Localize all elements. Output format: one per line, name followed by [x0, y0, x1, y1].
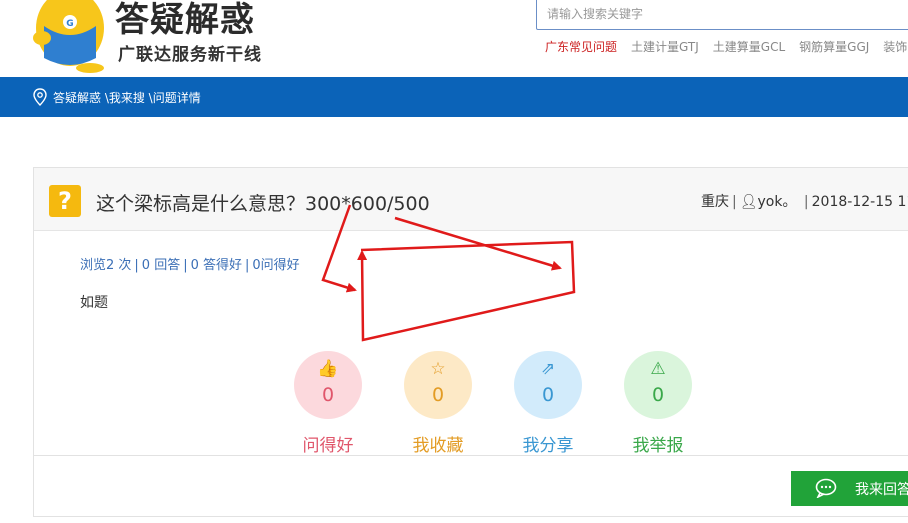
breadcrumb[interactable]: 答疑解惑 \我来搜 \问题详情: [53, 89, 201, 106]
report-label: 我举报: [632, 436, 684, 456]
page: G 答疑解惑 广联达服务新干线 广东常见问题 土建计量GTJ 土建算量GCL 钢…: [0, 0, 908, 523]
user-icon: 👤︎: [739, 194, 758, 210]
chat-bubble-icon: [815, 478, 837, 498]
share-icon: ⇗: [540, 359, 556, 379]
answer-button[interactable]: 我来回答: [791, 471, 908, 506]
hot-link-decoration[interactable]: 装饰: [883, 38, 907, 55]
report-circle[interactable]: ⚠ 0: [624, 351, 692, 419]
hot-link-gtj[interactable]: 土建计量GTJ: [631, 38, 699, 55]
good-question-count: 0: [321, 384, 335, 406]
stat-good-questions: 0问得好: [252, 258, 300, 273]
site-header: G 答疑解惑 广联达服务新干线 广东常见问题 土建计量GTJ 土建算量GCL 钢…: [0, 0, 908, 77]
favorite-button[interactable]: ☆ 0 我收藏: [404, 351, 472, 456]
hot-link-gcl[interactable]: 土建算量GCL: [713, 38, 785, 55]
question-user[interactable]: yok。: [758, 194, 797, 210]
breadcrumb-bar: 答疑解惑 \我来搜 \问题详情: [0, 77, 908, 117]
answer-button-label: 我来回答: [855, 481, 908, 498]
card-divider: [34, 455, 908, 456]
mascot-logo-icon[interactable]: G: [30, 0, 115, 76]
question-title: 这个梁标高是什么意思？300*600/500: [96, 193, 430, 215]
search-box[interactable]: [536, 0, 908, 30]
warning-icon: ⚠: [650, 359, 666, 379]
question-body: 如题: [80, 295, 108, 311]
brand-title[interactable]: 答疑解惑: [115, 0, 255, 40]
stat-answers: 0 回答: [141, 258, 181, 273]
svg-text:G: G: [66, 19, 73, 29]
star-icon: ☆: [430, 359, 446, 379]
report-count: 0: [651, 384, 665, 406]
hot-link-guangdong[interactable]: 广东常见问题: [545, 38, 617, 55]
favorite-count: 0: [431, 384, 445, 406]
stat-good-answers: 0 答得好: [190, 258, 242, 273]
hot-links: 广东常见问题 土建计量GTJ 土建算量GCL 钢筋算量GGJ 装饰: [545, 38, 907, 55]
question-region: 重庆: [701, 194, 729, 210]
favorite-circle[interactable]: ☆ 0: [404, 351, 472, 419]
share-label: 我分享: [522, 436, 574, 456]
question-card: ? 这个梁标高是什么意思？300*600/500 重庆 | 👤︎yok。 | 2018…: [33, 167, 908, 517]
question-actions: 👍 0 问得好 ☆ 0 我收藏 ⇗ 0 我分享 ⚠ 0 我举报: [294, 351, 694, 461]
question-date: 2018-12-15 11:1: [811, 194, 908, 210]
stat-views: 浏览2 次: [80, 258, 132, 273]
question-meta: 重庆|👤︎yok。 |2018-12-15 11:1: [701, 191, 908, 211]
good-question-label: 问得好: [302, 436, 354, 456]
location-pin-icon: [33, 88, 47, 106]
thumbs-up-icon: 👍: [317, 359, 339, 379]
search-input[interactable]: [537, 0, 908, 29]
favorite-label: 我收藏: [412, 436, 464, 456]
share-button[interactable]: ⇗ 0 我分享: [514, 351, 582, 456]
hot-link-ggj[interactable]: 钢筋算量GGJ: [799, 38, 869, 55]
good-question-circle[interactable]: 👍 0: [294, 351, 362, 419]
question-mark-icon: ?: [49, 185, 81, 217]
share-circle[interactable]: ⇗ 0: [514, 351, 582, 419]
share-count: 0: [541, 384, 555, 406]
report-button[interactable]: ⚠ 0 我举报: [624, 351, 692, 456]
question-header: ? 这个梁标高是什么意思？300*600/500 重庆 | 👤︎yok。 | 2018…: [34, 168, 908, 231]
brand-subtitle: 广联达服务新干线: [118, 45, 262, 65]
question-stats: 浏览2 次 | 0 回答 | 0 答得好 | 0问得好: [80, 258, 300, 273]
good-question-button[interactable]: 👍 0 问得好: [294, 351, 362, 456]
